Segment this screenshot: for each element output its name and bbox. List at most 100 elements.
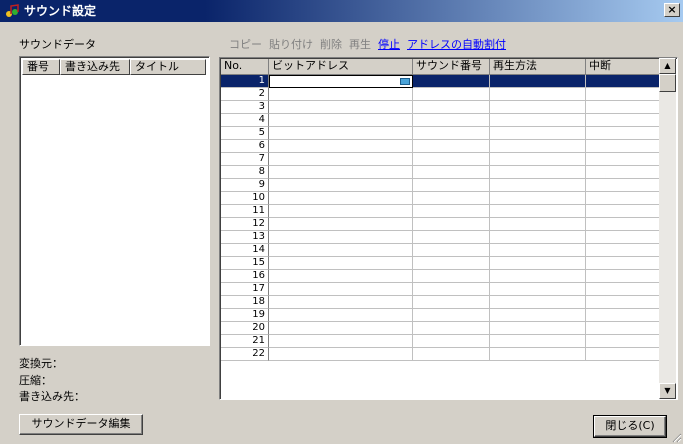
grid-cell[interactable] — [413, 309, 490, 322]
grid-cell[interactable] — [413, 153, 490, 166]
grid-cell[interactable] — [413, 231, 490, 244]
sound-grid[interactable]: No. ビットアドレス サウンド番号 再生方法 中断 1 2 3 4 5 6 7 8 9 10 11… — [219, 57, 678, 400]
table-row[interactable]: 7 — [221, 153, 660, 166]
grid-cell[interactable] — [490, 114, 586, 127]
grid-cell[interactable] — [413, 140, 490, 153]
grid-cell[interactable] — [269, 75, 413, 88]
grid-cell[interactable] — [269, 257, 413, 270]
grid-cell[interactable] — [586, 205, 660, 218]
grid-cell[interactable] — [490, 283, 586, 296]
table-row[interactable]: 10 — [221, 192, 660, 205]
grid-cell[interactable] — [269, 270, 413, 283]
grid-cell[interactable] — [490, 140, 586, 153]
grid-header-play-method[interactable]: 再生方法 — [490, 59, 586, 75]
grid-cell[interactable] — [586, 231, 660, 244]
grid-cell[interactable] — [586, 179, 660, 192]
table-row[interactable]: 18 — [221, 296, 660, 309]
stop-link[interactable]: 停止 — [378, 38, 400, 52]
grid-header-sound-number[interactable]: サウンド番号 — [413, 59, 490, 75]
grid-cell[interactable] — [490, 244, 586, 257]
grid-cell[interactable] — [490, 348, 586, 361]
grid-cell[interactable] — [413, 283, 490, 296]
grid-cell[interactable] — [490, 257, 586, 270]
grid-cell[interactable] — [490, 166, 586, 179]
grid-cell[interactable] — [586, 127, 660, 140]
grid-cell[interactable] — [586, 244, 660, 257]
table-row[interactable]: 8 — [221, 166, 660, 179]
table-row[interactable]: 12 — [221, 218, 660, 231]
grid-cell[interactable] — [413, 114, 490, 127]
grid-cell[interactable] — [269, 179, 413, 192]
grid-cell[interactable] — [490, 309, 586, 322]
table-row[interactable]: 13 — [221, 231, 660, 244]
grid-cell[interactable] — [490, 296, 586, 309]
scroll-down-arrow-icon[interactable]: ▼ — [659, 383, 676, 399]
grid-cell[interactable] — [413, 179, 490, 192]
grid-cell[interactable] — [269, 114, 413, 127]
table-row[interactable]: 4 — [221, 114, 660, 127]
edit-sound-data-button[interactable]: サウンドデータ編集 — [19, 414, 143, 435]
table-row[interactable]: 6 — [221, 140, 660, 153]
grid-cell[interactable] — [490, 205, 586, 218]
window-close-button[interactable]: × — [664, 3, 680, 17]
grid-cell[interactable] — [413, 257, 490, 270]
grid-cell[interactable] — [586, 335, 660, 348]
delete-link[interactable]: 削除 — [320, 38, 342, 52]
grid-cell[interactable] — [586, 322, 660, 335]
grid-cell[interactable] — [586, 192, 660, 205]
grid-cell[interactable] — [269, 153, 413, 166]
grid-cell[interactable] — [269, 322, 413, 335]
grid-cell[interactable] — [586, 296, 660, 309]
grid-cell[interactable] — [269, 244, 413, 257]
grid-cell[interactable] — [413, 101, 490, 114]
grid-cell[interactable] — [413, 166, 490, 179]
grid-cell[interactable] — [490, 322, 586, 335]
grid-cell[interactable] — [586, 140, 660, 153]
table-row[interactable]: 1 — [221, 75, 660, 88]
grid-cell[interactable] — [269, 335, 413, 348]
grid-cell[interactable] — [490, 179, 586, 192]
table-row[interactable]: 11 — [221, 205, 660, 218]
address-input-button-icon[interactable] — [400, 78, 410, 85]
grid-cell[interactable] — [269, 192, 413, 205]
auto-assign-address-link[interactable]: アドレスの自動割付 — [407, 38, 506, 52]
grid-cell[interactable] — [269, 283, 413, 296]
table-row[interactable]: 15 — [221, 257, 660, 270]
grid-cell[interactable] — [490, 153, 586, 166]
grid-cell[interactable] — [586, 114, 660, 127]
column-header-title[interactable]: タイトル — [130, 59, 206, 75]
grid-cell[interactable] — [269, 166, 413, 179]
grid-cell[interactable] — [586, 166, 660, 179]
grid-cell[interactable] — [413, 296, 490, 309]
grid-cell[interactable] — [586, 218, 660, 231]
grid-cell[interactable] — [490, 101, 586, 114]
grid-cell[interactable] — [413, 348, 490, 361]
grid-cell[interactable] — [413, 244, 490, 257]
copy-link[interactable]: コピー — [229, 38, 262, 52]
grid-cell[interactable] — [269, 140, 413, 153]
grid-cell[interactable] — [490, 127, 586, 140]
grid-cell[interactable] — [586, 101, 660, 114]
grid-cell[interactable] — [269, 296, 413, 309]
grid-cell[interactable] — [586, 88, 660, 101]
grid-cell[interactable] — [586, 348, 660, 361]
grid-cell[interactable] — [269, 218, 413, 231]
play-link[interactable]: 再生 — [349, 38, 371, 52]
grid-cell[interactable] — [413, 270, 490, 283]
grid-cell[interactable] — [586, 153, 660, 166]
grid-cell[interactable] — [269, 88, 413, 101]
grid-cell[interactable] — [269, 309, 413, 322]
table-row[interactable]: 17 — [221, 283, 660, 296]
grid-vertical-scrollbar[interactable]: ▲ ▼ — [659, 58, 676, 399]
grid-header-bit-address[interactable]: ビットアドレス — [269, 59, 413, 75]
grid-cell[interactable] — [586, 283, 660, 296]
grid-cell[interactable] — [413, 322, 490, 335]
grid-cell[interactable] — [269, 348, 413, 361]
grid-cell[interactable] — [586, 270, 660, 283]
table-row[interactable]: 16 — [221, 270, 660, 283]
scroll-up-arrow-icon[interactable]: ▲ — [659, 58, 676, 74]
grid-cell[interactable] — [586, 309, 660, 322]
grid-cell[interactable] — [269, 101, 413, 114]
grid-cell[interactable] — [490, 192, 586, 205]
grid-cell[interactable] — [490, 231, 586, 244]
